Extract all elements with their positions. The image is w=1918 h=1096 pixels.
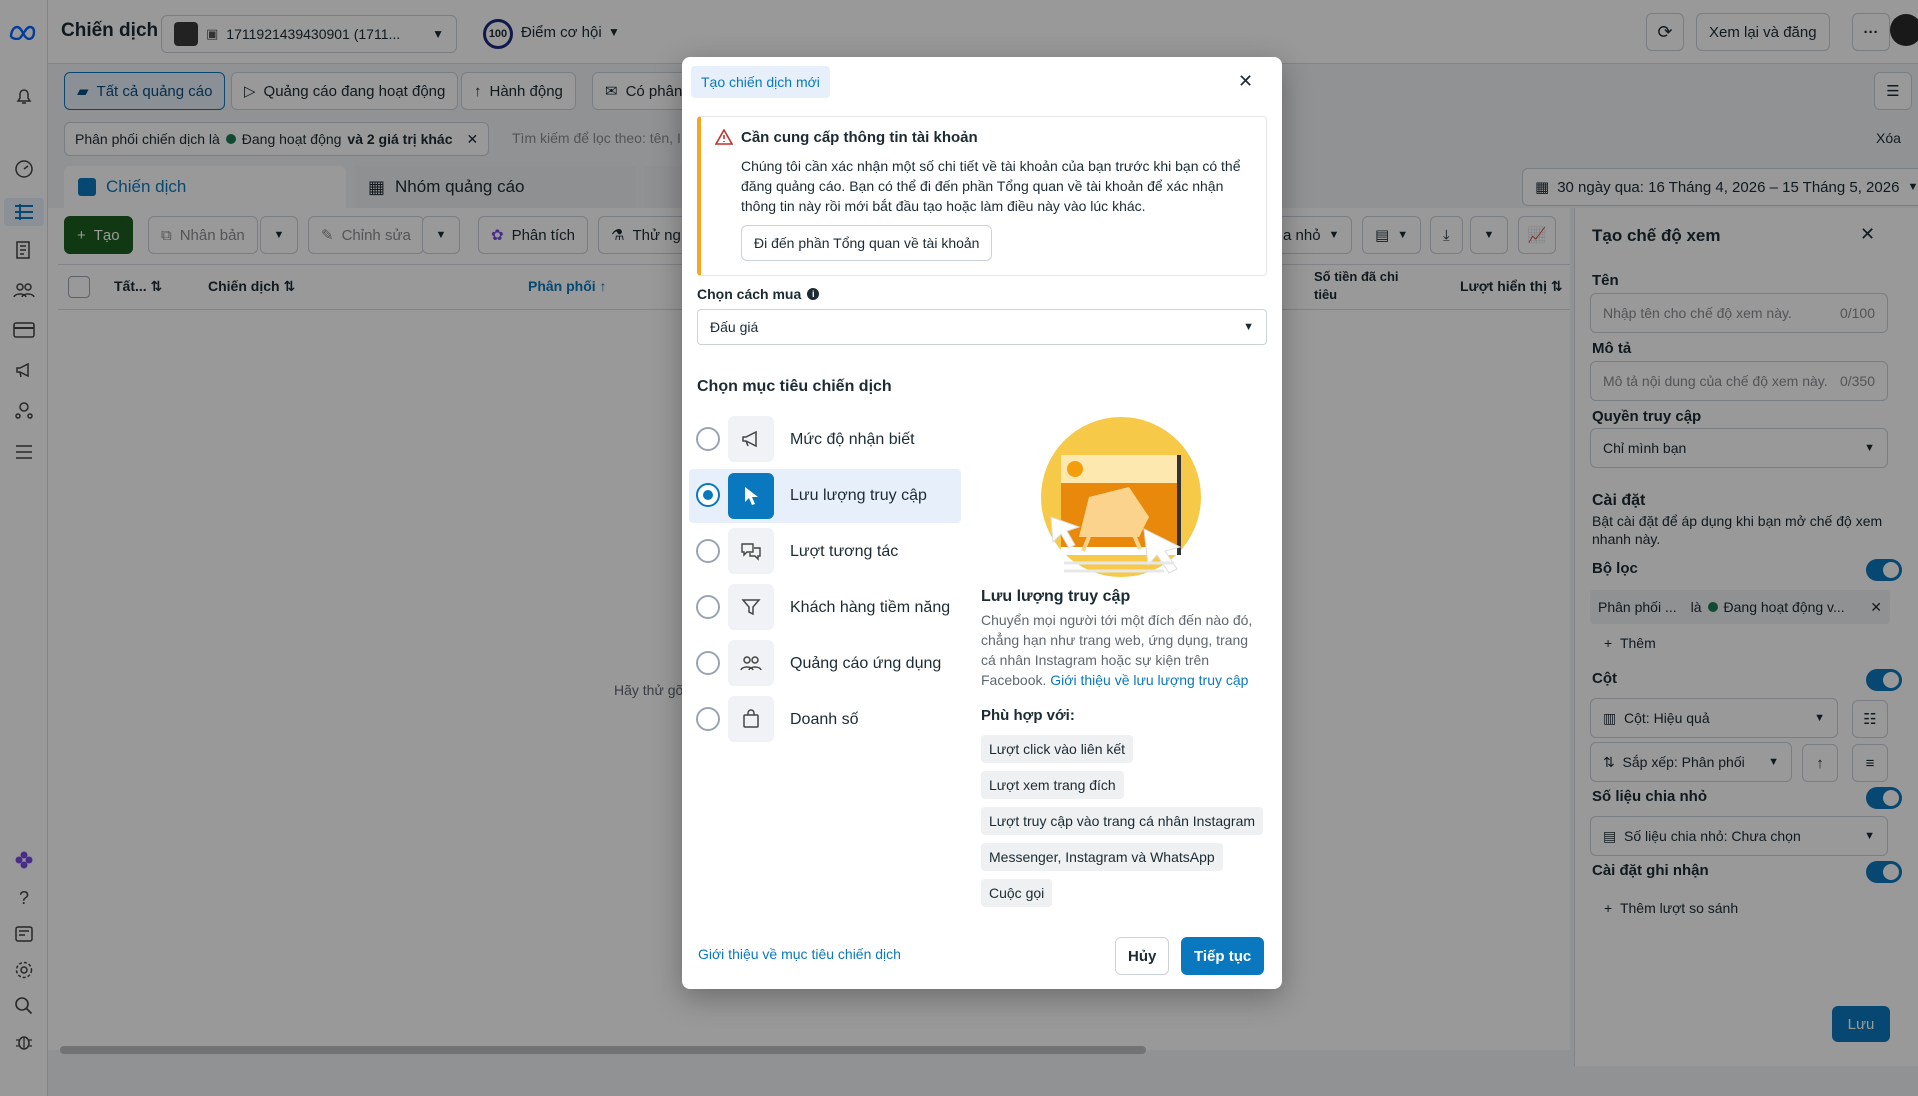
fit-chip: Lượt truy cập vào trang cá nhân Instagra… xyxy=(981,807,1264,835)
objective-radio[interactable] xyxy=(696,595,720,619)
buy-type-label-text: Chọn cách mua xyxy=(697,286,802,302)
warning-triangle-icon xyxy=(715,129,733,145)
fit-chip: Lượt click vào liên kết xyxy=(981,735,1134,763)
go-to-account-overview-button[interactable]: Đi đến phần Tổng quan về tài khoản xyxy=(741,225,993,261)
objective-radio[interactable] xyxy=(696,707,720,731)
objective-radio[interactable] xyxy=(696,651,720,675)
fits-with-label: Phù hợp với: xyxy=(981,707,1075,724)
objective-radio[interactable] xyxy=(696,539,720,563)
shopping-bag-icon xyxy=(728,696,774,742)
objective-label: Khách hàng tiềm năng xyxy=(790,599,951,616)
fit-chip: Cuộc gọi xyxy=(981,879,1053,907)
people-icon xyxy=(728,640,774,686)
objective-label: Quảng cáo ứng dụng xyxy=(790,655,942,672)
objective-detail-description: Chuyển mọi người tới một đích đến nào đó… xyxy=(981,610,1266,690)
megaphone-icon xyxy=(728,416,774,462)
cancel-button[interactable]: Hủy xyxy=(1115,937,1170,975)
modal-badge: Tạo chiến dịch mới xyxy=(691,66,830,98)
chat-bubbles-icon xyxy=(728,528,774,574)
chevron-down-icon: ▼ xyxy=(1243,321,1254,333)
fit-chip: Lượt xem trang đích xyxy=(981,771,1124,799)
learn-traffic-link[interactable]: Giới thiệu về lưu lượng truy cập xyxy=(1050,672,1248,688)
objective-detail-title: Lưu lượng truy cập xyxy=(981,588,1131,605)
objective-label: Doanh số xyxy=(790,711,859,728)
account-info-warning: Cần cung cấp thông tin tài khoản Chúng t… xyxy=(697,116,1267,276)
learn-objectives-link[interactable]: Giới thiệu về mục tiêu chiến dịch xyxy=(698,946,901,962)
buy-type-value: Đấu giá xyxy=(710,319,759,335)
objective-label: Lượt tương tác xyxy=(790,543,899,560)
traffic-illustration xyxy=(1039,417,1209,582)
objective-radio[interactable] xyxy=(696,483,720,507)
filter-icon xyxy=(728,584,774,630)
buy-type-label: Chọn cách mua i xyxy=(697,286,820,302)
objective-label: Mức độ nhận biết xyxy=(790,431,915,448)
warning-title: Cần cung cấp thông tin tài khoản xyxy=(741,129,978,146)
objective-heading: Chọn mục tiêu chiến dịch xyxy=(697,378,892,395)
continue-button[interactable]: Tiếp tục xyxy=(1181,937,1265,975)
objective-label: Lưu lượng truy cập xyxy=(790,487,927,504)
buy-type-select[interactable]: Đấu giá ▼ xyxy=(697,309,1267,345)
create-campaign-modal: Tạo chiến dịch mới ✕ Cần cung cấp thông … xyxy=(682,57,1282,989)
warning-body: Chúng tôi cần xác nhận một số chi tiết v… xyxy=(741,158,1241,214)
fit-chip: Messenger, Instagram và WhatsApp xyxy=(981,843,1223,871)
objective-radio[interactable] xyxy=(696,427,720,451)
cursor-icon xyxy=(728,473,774,519)
info-icon[interactable]: i xyxy=(807,288,820,300)
close-icon[interactable]: ✕ xyxy=(1238,71,1253,92)
